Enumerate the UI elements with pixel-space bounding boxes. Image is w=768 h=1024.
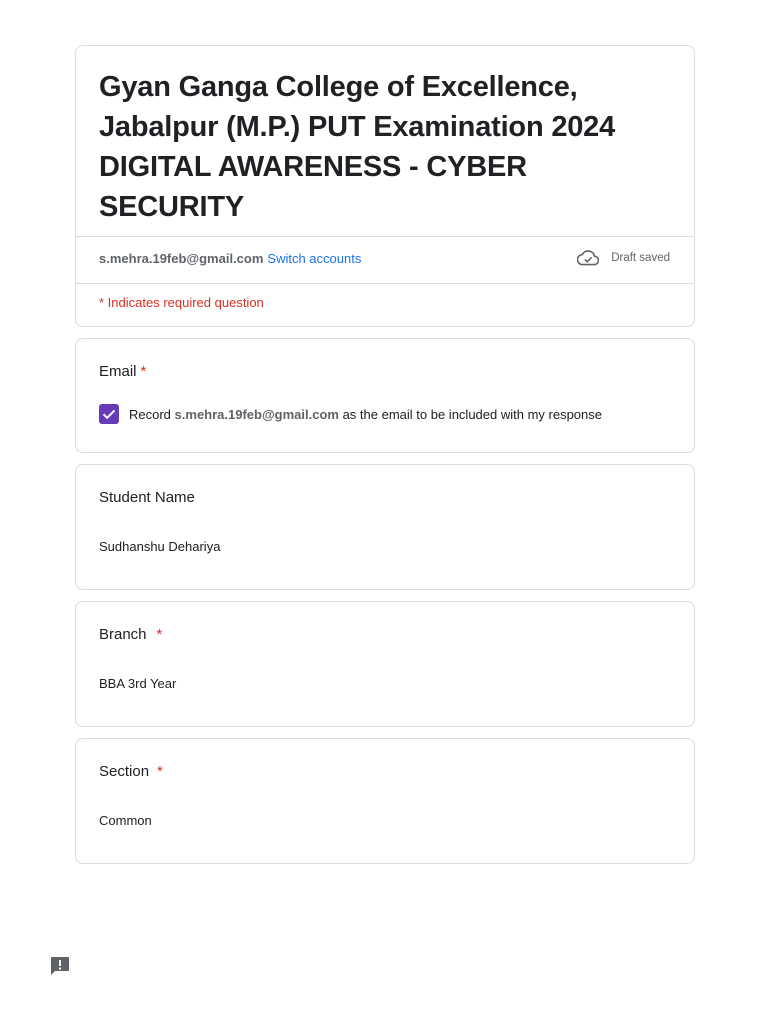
- form-title: Gyan Ganga College of Excellence, Jabalp…: [99, 71, 616, 223]
- branch-answer[interactable]: BBA 3rd Year: [99, 676, 176, 691]
- required-star: *: [156, 626, 163, 643]
- email-label-text: Email: [99, 363, 137, 380]
- record-email-address: s.mehra.19feb@gmail.com: [174, 406, 339, 422]
- form-page: Gyan Ganga College of Excellence, Jabalp…: [0, 0, 768, 1024]
- record-prefix: Record: [129, 406, 171, 422]
- cloud-check-icon: [577, 250, 600, 266]
- section-question-card: Section * Common: [75, 738, 695, 864]
- student-name-label: Student Name: [99, 489, 195, 506]
- switch-accounts-link[interactable]: Switch accounts: [267, 251, 361, 266]
- record-email-checkbox[interactable]: [99, 404, 119, 424]
- record-email-text: Record s.mehra.19feb@gmail.com as the em…: [129, 407, 602, 422]
- record-suffix: as the email to be included with my resp…: [342, 406, 602, 422]
- branch-label: Branch *: [99, 626, 162, 643]
- report-issue-button[interactable]: [49, 955, 71, 977]
- student-name-answer[interactable]: Sudhanshu Dehariya: [99, 539, 220, 554]
- required-note: * Indicates required question: [99, 295, 264, 310]
- check-icon: [102, 409, 116, 420]
- student-name-question-card: Student Name Sudhanshu Dehariya: [75, 464, 695, 590]
- section-label: Section *: [99, 763, 163, 780]
- section-answer[interactable]: Common: [99, 813, 152, 828]
- report-issue-icon: [51, 957, 69, 975]
- required-star: *: [140, 363, 147, 380]
- branch-question-card: Branch * BBA 3rd Year: [75, 601, 695, 727]
- branch-label-text: Branch: [99, 626, 147, 643]
- email-label: Email *: [99, 363, 146, 380]
- header-divider: [76, 236, 694, 237]
- account-row: s.mehra.19feb@gmail.com Switch accounts …: [99, 246, 670, 270]
- account-divider: [76, 283, 694, 284]
- draft-status: Draft saved: [577, 250, 670, 266]
- email-question-card: Email * Record s.mehra.19feb@gmail.com as…: [75, 338, 695, 453]
- section-label-text: Section: [99, 763, 150, 780]
- required-star: *: [157, 763, 163, 780]
- form-header-card: Gyan Ganga College of Excellence, Jabalp…: [75, 45, 695, 327]
- draft-status-text: Draft saved: [611, 252, 670, 264]
- record-email-option[interactable]: Record s.mehra.19feb@gmail.com as the em…: [99, 404, 602, 424]
- account-email: s.mehra.19feb@gmail.com: [99, 250, 264, 266]
